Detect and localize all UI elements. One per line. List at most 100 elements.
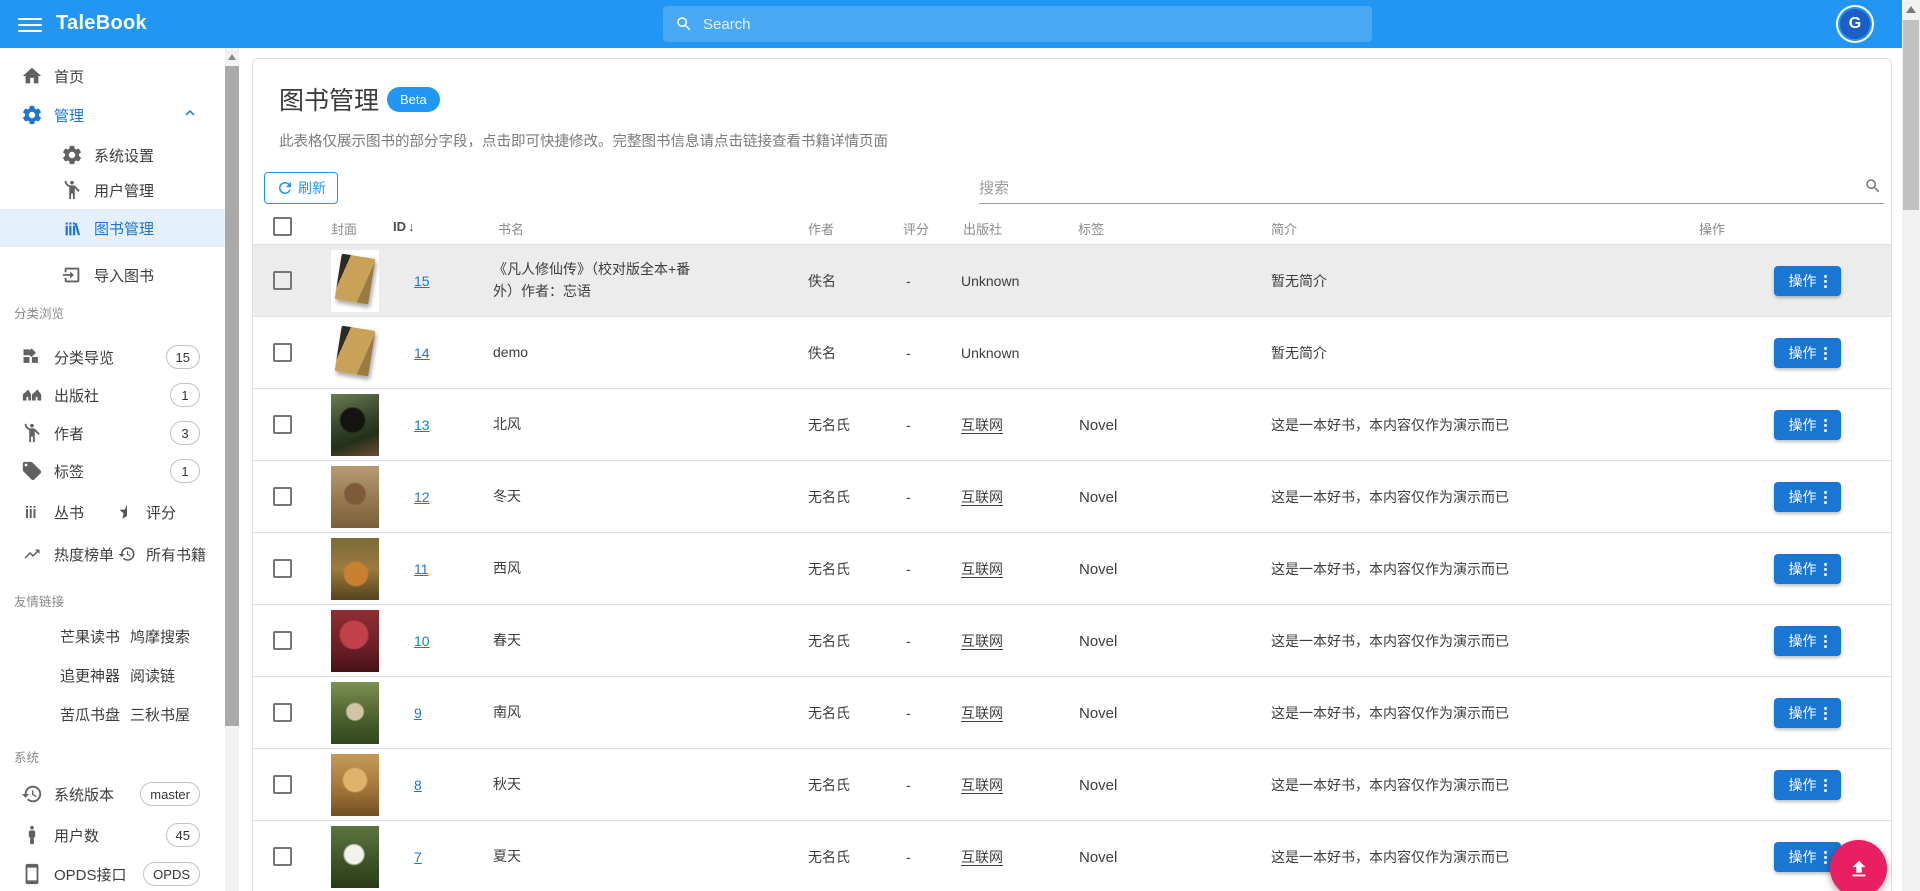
- book-cover-thumbnail[interactable]: [331, 250, 379, 312]
- sidebar-item-system-settings[interactable]: 系统设置: [0, 137, 225, 173]
- book-rating[interactable]: -: [906, 245, 911, 317]
- col-header-title[interactable]: 书名: [498, 219, 524, 238]
- book-id-link[interactable]: 8: [414, 777, 422, 793]
- book-cover-thumbnail[interactable]: [331, 826, 379, 888]
- col-header-desc[interactable]: 简介: [1271, 219, 1297, 238]
- friend-link[interactable]: 追更神器: [60, 665, 120, 686]
- select-all-checkbox[interactable]: [273, 217, 292, 236]
- book-tag[interactable]: Novel: [1079, 389, 1117, 461]
- book-desc[interactable]: 暂无简介: [1271, 317, 1701, 389]
- row-checkbox[interactable]: [273, 487, 292, 506]
- book-publisher[interactable]: 互联网: [961, 775, 1003, 795]
- book-rating[interactable]: -: [906, 461, 911, 533]
- row-action-button[interactable]: 操作: [1774, 410, 1841, 440]
- book-publisher[interactable]: 互联网: [961, 415, 1003, 435]
- row-checkbox[interactable]: [273, 271, 292, 290]
- book-id-link[interactable]: 10: [414, 633, 430, 649]
- book-desc[interactable]: 这是一本好书，本内容仅作为演示而已: [1271, 533, 1701, 605]
- row-checkbox[interactable]: [273, 847, 292, 866]
- scrollbar-thumb[interactable]: [225, 66, 239, 726]
- book-desc[interactable]: 这是一本好书，本内容仅作为演示而已: [1271, 461, 1701, 533]
- book-cover-thumbnail[interactable]: [331, 466, 379, 528]
- row-checkbox[interactable]: [273, 703, 292, 722]
- scroll-up-arrow-icon[interactable]: [1906, 6, 1916, 13]
- book-cover-thumbnail[interactable]: [331, 394, 379, 456]
- book-title[interactable]: 春天: [493, 605, 803, 677]
- book-title[interactable]: demo: [493, 317, 803, 389]
- book-rating[interactable]: -: [906, 317, 911, 389]
- table-search-input[interactable]: [979, 175, 1849, 201]
- book-author[interactable]: 无名氏: [808, 461, 850, 533]
- row-action-button[interactable]: 操作: [1774, 626, 1841, 656]
- sidebar-item-user-management[interactable]: 用户管理: [0, 172, 225, 208]
- book-tag[interactable]: Novel: [1079, 461, 1117, 533]
- window-scrollbar[interactable]: [1902, 0, 1920, 891]
- book-id-link[interactable]: 11: [414, 561, 429, 577]
- sidebar-item-import-books[interactable]: 导入图书: [0, 257, 225, 293]
- friend-link[interactable]: 鸠摩搜索: [130, 626, 190, 647]
- book-rating[interactable]: -: [906, 677, 911, 749]
- book-id-link[interactable]: 12: [414, 489, 430, 505]
- row-checkbox[interactable]: [273, 559, 292, 578]
- book-rating[interactable]: -: [906, 749, 911, 821]
- sidebar-item-system-version[interactable]: 系统版本 master: [0, 776, 225, 812]
- book-author[interactable]: 无名氏: [808, 605, 850, 677]
- book-rating[interactable]: -: [906, 821, 911, 891]
- sidebar-item-opds[interactable]: OPDS接口 OPDS: [0, 856, 225, 891]
- sidebar-item-user-count[interactable]: 用户数 45: [0, 817, 225, 853]
- book-author[interactable]: 无名氏: [808, 533, 850, 605]
- book-title[interactable]: 《凡人修仙传》（校对版全本+番外）作者：忘语: [493, 245, 693, 317]
- search-icon[interactable]: [1864, 177, 1882, 200]
- row-action-button[interactable]: 操作: [1774, 482, 1841, 512]
- book-title[interactable]: 夏天: [493, 821, 803, 891]
- trending-up-icon[interactable]: [20, 542, 44, 566]
- book-publisher[interactable]: 互联网: [961, 631, 1003, 651]
- book-publisher[interactable]: Unknown: [961, 245, 1019, 317]
- row-checkbox[interactable]: [273, 343, 292, 362]
- sidebar-item-tags[interactable]: 标签 1: [0, 453, 225, 489]
- book-author[interactable]: 佚名: [808, 317, 836, 389]
- book-publisher[interactable]: 互联网: [961, 487, 1003, 507]
- book-publisher[interactable]: 互联网: [961, 847, 1003, 867]
- col-header-rating[interactable]: 评分: [903, 219, 929, 238]
- friend-link[interactable]: 阅读链: [130, 665, 175, 686]
- star-half-icon[interactable]: [118, 501, 140, 523]
- col-header-id[interactable]: ID ↓: [393, 219, 415, 234]
- book-desc[interactable]: 这是一本好书，本内容仅作为演示而已: [1271, 605, 1701, 677]
- col-header-tags[interactable]: 标签: [1078, 219, 1104, 238]
- book-desc[interactable]: 这是一本好书，本内容仅作为演示而已: [1271, 749, 1701, 821]
- book-tag[interactable]: Novel: [1079, 821, 1117, 891]
- book-tag[interactable]: Novel: [1079, 677, 1117, 749]
- book-tag[interactable]: Novel: [1079, 533, 1117, 605]
- row-action-button[interactable]: 操作: [1774, 770, 1841, 800]
- book-publisher[interactable]: Unknown: [961, 317, 1019, 389]
- book-desc[interactable]: 这是一本好书，本内容仅作为演示而已: [1271, 677, 1701, 749]
- row-action-button[interactable]: 操作: [1774, 554, 1841, 584]
- row-checkbox[interactable]: [273, 631, 292, 650]
- book-title[interactable]: 西风: [493, 533, 803, 605]
- sidebar-item-publishers[interactable]: 出版社 1: [0, 377, 225, 413]
- friend-link[interactable]: 芒果读书: [60, 626, 120, 647]
- book-author[interactable]: 佚名: [808, 245, 836, 317]
- book-tag[interactable]: Novel: [1079, 749, 1117, 821]
- user-avatar[interactable]: G: [1836, 5, 1874, 43]
- friend-link[interactable]: 三秋书屋: [130, 704, 190, 725]
- series-icon[interactable]: [20, 500, 44, 524]
- book-id-link[interactable]: 7: [414, 849, 422, 865]
- book-author[interactable]: 无名氏: [808, 677, 850, 749]
- book-tag[interactable]: Novel: [1079, 605, 1117, 677]
- book-cover-thumbnail[interactable]: [331, 538, 379, 600]
- book-id-link[interactable]: 15: [414, 273, 430, 289]
- book-author[interactable]: 无名氏: [808, 821, 850, 891]
- scroll-up-arrow-icon[interactable]: [228, 54, 236, 60]
- book-publisher[interactable]: 互联网: [961, 559, 1003, 579]
- book-cover-thumbnail[interactable]: [331, 754, 379, 816]
- sidebar-item-authors[interactable]: 作者 3: [0, 415, 225, 451]
- book-desc[interactable]: 这是一本好书，本内容仅作为演示而已: [1271, 389, 1701, 461]
- book-cover-thumbnail[interactable]: [331, 682, 379, 744]
- book-author[interactable]: 无名氏: [808, 749, 850, 821]
- refresh-button[interactable]: 刷新: [264, 172, 338, 204]
- book-title[interactable]: 北风: [493, 389, 803, 461]
- global-search-input[interactable]: [703, 15, 1360, 33]
- history-clock-icon[interactable]: [118, 543, 140, 565]
